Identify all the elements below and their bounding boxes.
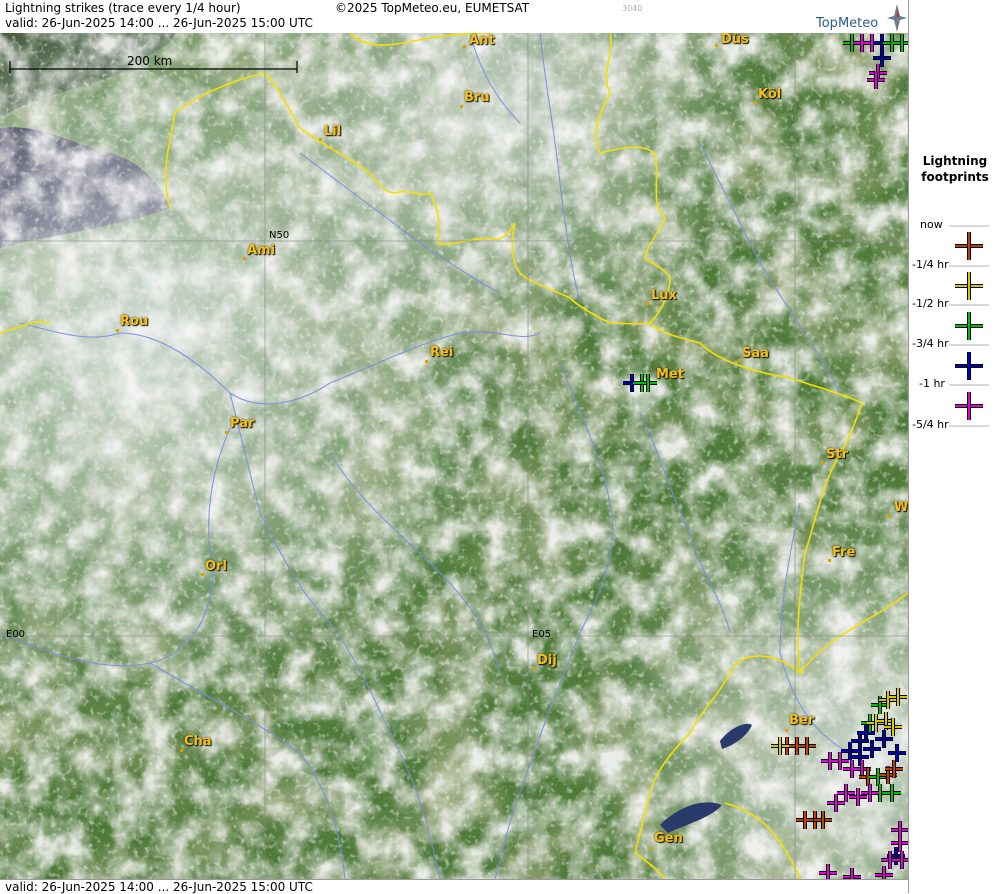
city-dot-rou bbox=[116, 329, 119, 332]
city-label-lil: Lil bbox=[324, 124, 342, 139]
legend-label-five-quarter: -5/4 hr bbox=[912, 418, 949, 431]
legend-label-three-quarter: -3/4 hr bbox=[912, 337, 949, 350]
legend-label-now: now bbox=[920, 218, 943, 231]
city-label-ber: Ber bbox=[789, 713, 815, 728]
city-label-w: W bbox=[894, 500, 908, 515]
city-dot-dij bbox=[533, 667, 536, 670]
city-dot-orl bbox=[201, 573, 204, 576]
city-dot-lil bbox=[319, 138, 322, 141]
grid-label-e00: E00 bbox=[6, 629, 25, 640]
copyright: ©2025 TopMeteo.eu, EUMETSAT bbox=[335, 1, 530, 15]
legend-label-half: -1/2 hr bbox=[912, 297, 949, 310]
city-dot-par bbox=[225, 431, 228, 434]
legend-cross-icon bbox=[955, 232, 983, 260]
city-label-met: Met bbox=[656, 367, 684, 382]
valid-time: valid: 26-Jun-2025 14:00 ... 26-Jun-2025… bbox=[5, 16, 313, 30]
city-label-rou: Rou bbox=[120, 314, 149, 329]
legend-cross-icon bbox=[955, 392, 983, 420]
city-label-par: Par bbox=[230, 416, 255, 431]
city-dot-kol bbox=[754, 101, 757, 104]
map-title: Lightning strikes (trace every 1/4 hour) bbox=[5, 1, 241, 15]
legend-cross-icon bbox=[955, 312, 983, 340]
cumulus-speckle bbox=[0, 33, 908, 879]
city-dot-cha bbox=[180, 749, 183, 752]
satellite-id: 3040 bbox=[622, 4, 643, 13]
legend-label-quarter: -1/4 hr bbox=[912, 258, 949, 271]
city-dot-gen bbox=[650, 847, 653, 850]
bottom-info-bar: valid: 26-Jun-2025 14:00 ... 26-Jun-2025… bbox=[0, 879, 908, 894]
satellite-map[interactable]: N50 E00 E05 200 km Ant Düs Bru Köl Lil A… bbox=[0, 33, 908, 879]
city-dot-ami bbox=[243, 257, 246, 260]
city-label-str: Str bbox=[826, 447, 848, 462]
footer-valid-time: valid: 26-Jun-2025 14:00 ... 26-Jun-2025… bbox=[5, 880, 313, 894]
city-label-lux: Lux bbox=[651, 288, 677, 303]
grid-label-n50: N50 bbox=[269, 230, 289, 241]
city-label-bru: Bru bbox=[464, 90, 490, 105]
city-dot-fre bbox=[828, 559, 831, 562]
city-label-saa: Saa bbox=[742, 346, 769, 361]
grid-label-e05: E05 bbox=[532, 629, 551, 640]
city-label-ant: Ant bbox=[469, 33, 495, 48]
city-label-rei: Rei bbox=[430, 345, 454, 360]
city-label-fre: Fre bbox=[832, 545, 856, 560]
city-label-cha: Cha bbox=[184, 734, 212, 749]
city-label-gen: Gen bbox=[654, 831, 683, 846]
city-dot-lux bbox=[646, 302, 649, 305]
legend-cross-icon bbox=[955, 272, 983, 300]
city-dot-str bbox=[821, 461, 824, 464]
legend-cross-icons bbox=[955, 232, 983, 420]
city-dot-w bbox=[888, 515, 891, 518]
city-dot-dus bbox=[715, 44, 718, 47]
city-label-dus: Düs bbox=[721, 33, 749, 47]
city-dot-bru bbox=[460, 105, 463, 108]
city-dot-ber bbox=[785, 729, 788, 732]
legend-cross-icon bbox=[955, 352, 983, 380]
city-dot-saa bbox=[738, 359, 741, 362]
legend-marks bbox=[949, 225, 989, 427]
city-label-ami: Ami bbox=[247, 243, 276, 258]
map-canvas: N50 E00 E05 200 km bbox=[0, 33, 908, 879]
city-label-orl: Orl bbox=[205, 559, 227, 574]
city-dot-ant bbox=[463, 45, 466, 48]
legend-label-one-hour: -1 hr bbox=[919, 377, 945, 390]
city-label-dij: Dij bbox=[537, 653, 557, 668]
lightning-legend: Lightning footprints now -1/4 hr -1/2 hr… bbox=[908, 0, 1000, 893]
top-info-bar: Lightning strikes (trace every 1/4 hour)… bbox=[0, 0, 908, 34]
scale-label: 200 km bbox=[127, 54, 172, 68]
logo-text: TopMeteo bbox=[816, 16, 879, 31]
city-dot-rei bbox=[425, 360, 428, 363]
city-label-kol: Köl bbox=[758, 87, 782, 102]
